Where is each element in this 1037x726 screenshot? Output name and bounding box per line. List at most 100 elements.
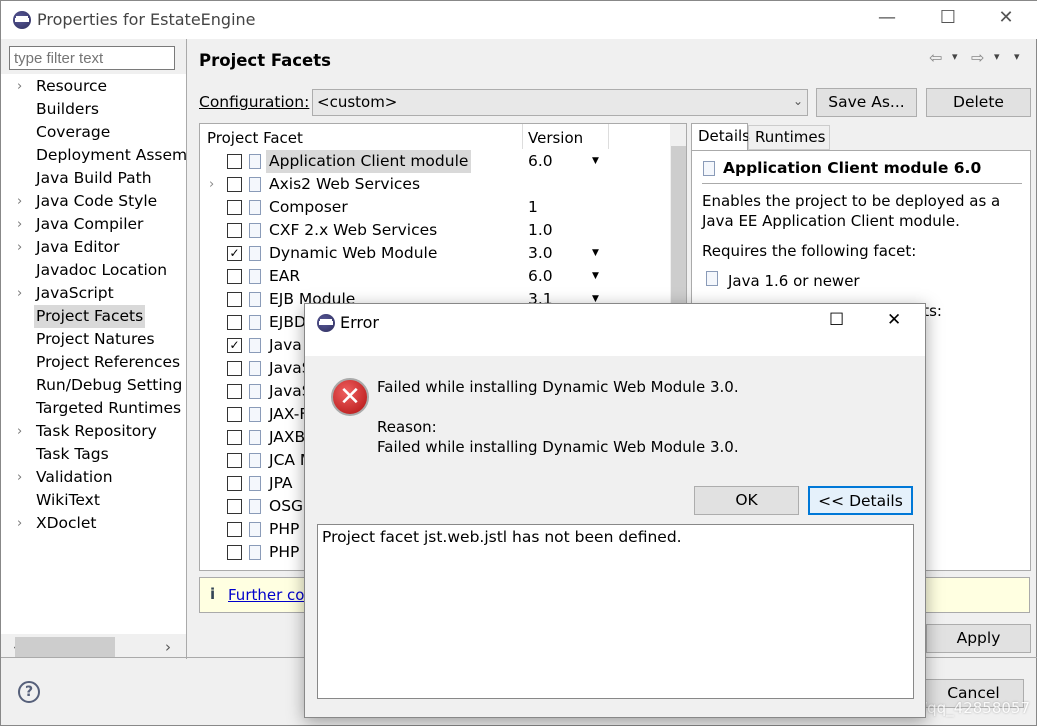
facet-icon [249, 361, 261, 376]
back-icon[interactable]: ⇦ [929, 48, 942, 67]
facet-version: 3.0 [528, 244, 553, 262]
facet-checkbox[interactable]: ✓ [227, 246, 242, 261]
facet-checkbox[interactable] [227, 269, 242, 284]
scroll-thumb[interactable] [15, 637, 115, 657]
sidebar-item-label: Project Natures [36, 330, 155, 348]
table-row[interactable]: EAR 6.0 ▼ [200, 265, 670, 288]
reason-label: Reason: [377, 418, 437, 436]
ok-button[interactable]: OK [694, 486, 799, 515]
sidebar-item-label: Builders [36, 100, 99, 118]
sash[interactable] [186, 39, 187, 659]
close-button[interactable]: ✕ [983, 7, 1029, 33]
facet-icon [249, 223, 261, 238]
facet-checkbox[interactable] [227, 292, 242, 307]
sidebar-item-label: WikiText [36, 491, 100, 509]
expand-icon[interactable]: › [17, 213, 22, 236]
facet-icon [249, 269, 261, 284]
eclipse-icon [317, 314, 335, 332]
facet-name: Application Client module [266, 150, 472, 173]
tab-runtimes[interactable]: Runtimes [748, 125, 830, 150]
facet-checkbox[interactable] [227, 200, 242, 215]
sidebar-item-label: Targeted Runtimes [36, 399, 182, 417]
maximize-button[interactable]: ☐ [925, 7, 971, 33]
facet-name: JAXB [269, 428, 306, 446]
facet-icon [249, 200, 261, 215]
expand-icon[interactable]: › [17, 466, 22, 489]
facet-version: 1.0 [528, 221, 553, 239]
facet-name: CXF 2.x Web Services [269, 221, 438, 239]
forward-icon[interactable]: ⇨ [971, 48, 984, 67]
sidebar-item-label: Deployment Assem [36, 146, 188, 164]
expand-icon[interactable]: › [17, 236, 22, 259]
sidebar-item-label: XDoclet [36, 514, 97, 532]
facet-checkbox[interactable] [227, 315, 242, 330]
facet-name: Axis2 Web Services [269, 175, 421, 193]
sidebar-item-label: Resource [36, 77, 108, 95]
reason-text: Failed while installing Dynamic Web Modu… [377, 438, 739, 456]
table-row[interactable]: Application Client module 6.0 ▼ [200, 150, 670, 173]
minimize-button[interactable]: — [864, 7, 910, 33]
expand-icon[interactable]: › [17, 512, 22, 535]
properties-tree: › Resource Builders Coverage Deployment Asse… [1, 74, 188, 634]
save-as-button[interactable]: Save As... [816, 88, 917, 117]
facet-icon [249, 384, 261, 399]
facet-icon [249, 499, 261, 514]
facet-checkbox[interactable]: ✓ [227, 338, 242, 353]
facet-checkbox[interactable] [227, 430, 242, 445]
facet-icon [703, 161, 715, 176]
info-icon: i [210, 585, 216, 603]
further-configuration-link[interactable]: Further co [228, 586, 304, 604]
version-dropdown-icon[interactable]: ▼ [592, 242, 599, 265]
facet-checkbox[interactable] [227, 154, 242, 169]
sidebar-item-label: Project Facets [34, 305, 146, 328]
required-facet: Java 1.6 or newer [728, 272, 860, 290]
description-line: Enables the project to be deployed as a [702, 192, 1001, 210]
facet-icon [249, 430, 261, 445]
filter-input[interactable] [9, 46, 175, 70]
tab-details[interactable]: Details [691, 123, 750, 150]
configuration-select[interactable]: <custom> ⌄ [312, 89, 808, 116]
eclipse-icon [13, 11, 31, 29]
expand-icon[interactable]: › [17, 190, 22, 213]
divider [702, 183, 1022, 184]
facet-checkbox[interactable] [227, 223, 242, 238]
expand-icon[interactable]: › [17, 420, 22, 443]
version-dropdown-icon[interactable]: ▼ [592, 150, 599, 173]
dialog-maximize-button[interactable]: ☐ [829, 310, 844, 330]
delete-button[interactable]: Delete [926, 88, 1031, 117]
table-row[interactable]: Composer 1 [200, 196, 670, 219]
expand-icon[interactable]: › [17, 75, 22, 98]
facet-icon [249, 476, 261, 491]
facet-checkbox[interactable] [227, 177, 242, 192]
version-dropdown-icon[interactable]: ▼ [592, 265, 599, 288]
facet-checkbox[interactable] [227, 361, 242, 376]
back-menu-icon[interactable]: ▾ [952, 50, 958, 63]
apply-button[interactable]: Apply [926, 624, 1031, 653]
facet-checkbox[interactable] [227, 384, 242, 399]
table-row[interactable]: › Axis2 Web Services [200, 173, 670, 196]
view-menu-icon[interactable]: ▾ [1014, 50, 1020, 63]
help-icon[interactable]: ? [18, 681, 40, 703]
table-row[interactable]: CXF 2.x Web Services 1.0 [200, 219, 670, 242]
details-text-area[interactable]: Project facet jst.web.jstl has not been … [317, 524, 914, 699]
facet-checkbox[interactable] [227, 545, 242, 560]
scroll-right-icon[interactable]: › [165, 638, 171, 656]
facet-checkbox[interactable] [227, 522, 242, 537]
facet-checkbox[interactable] [227, 407, 242, 422]
forward-menu-icon[interactable]: ▾ [994, 50, 1000, 63]
facet-icon [249, 522, 261, 537]
dialog-close-button[interactable]: ✕ [887, 310, 901, 330]
horizontal-scrollbar[interactable]: ‹ › [9, 637, 179, 657]
description-line: Java EE Application Client module. [702, 212, 960, 230]
details-button[interactable]: << Details [808, 486, 913, 515]
facet-checkbox[interactable] [227, 499, 242, 514]
facet-checkbox[interactable] [227, 453, 242, 468]
sidebar-item-label: Java Code Style [36, 192, 158, 210]
expand-icon[interactable]: › [17, 282, 22, 305]
table-row[interactable]: ✓ Dynamic Web Module 3.0 ▼ [200, 242, 670, 265]
column-header-facet[interactable]: Project Facet [207, 129, 303, 147]
column-header-version[interactable]: Version [528, 129, 583, 147]
sidebar-item-label: Validation [36, 468, 113, 486]
expand-icon[interactable]: › [209, 173, 214, 196]
facet-checkbox[interactable] [227, 476, 242, 491]
